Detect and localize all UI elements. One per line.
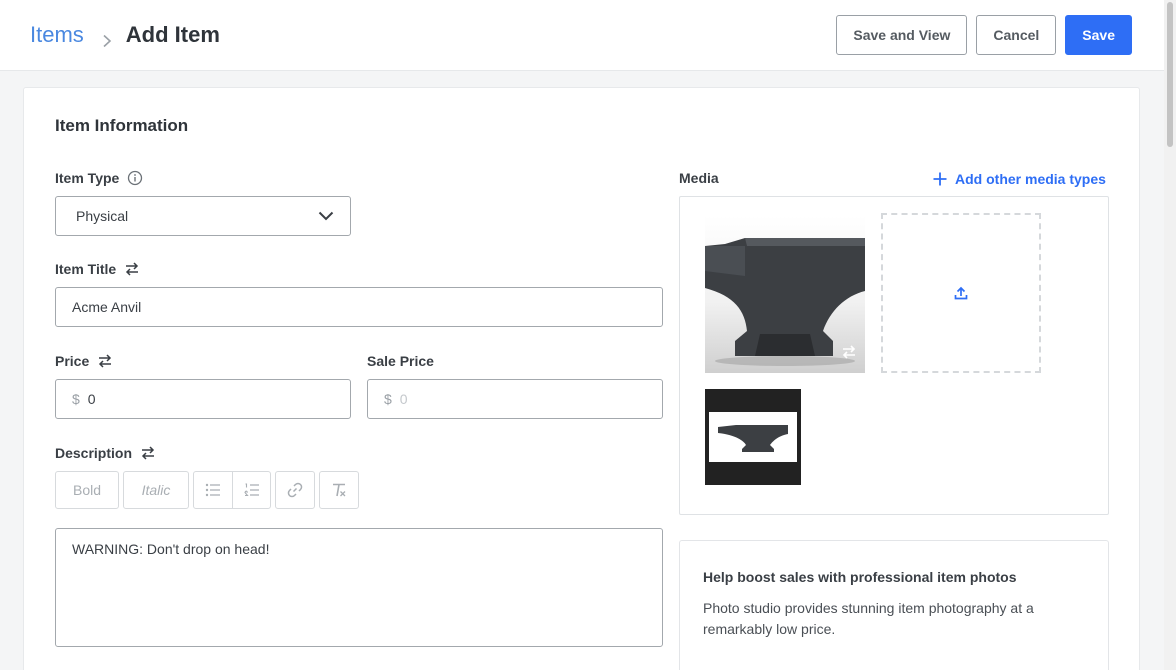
chevron-down-icon [318,208,334,224]
description-textarea[interactable]: WARNING: Don't drop on head! [55,528,663,647]
sale-price-label: Sale Price [367,353,434,369]
item-type-label: Item Type [55,170,120,186]
chevron-right-icon [100,28,114,48]
swap-icon[interactable] [841,344,857,365]
numbered-list-icon [243,483,259,497]
clear-format-button[interactable] [319,471,359,509]
description-label-row: Description [55,445,156,461]
price-label: Price [55,353,90,369]
link-icon [287,482,303,498]
scrollbar-thumb[interactable] [1167,2,1173,147]
thumbnail-image-frame [709,412,797,462]
item-title-label-row: Item Title [55,261,140,277]
item-title-input[interactable]: Acme Anvil [55,287,663,327]
anvil-thumbnail-image [718,425,788,452]
clear-format-icon [333,483,346,497]
save-button[interactable]: Save [1065,15,1132,55]
swap-icon[interactable] [97,353,113,369]
upload-icon [954,286,968,300]
cancel-button[interactable]: Cancel [976,15,1057,55]
item-type-label-row: Item Type [55,170,143,186]
currency-symbol: $ [384,391,392,407]
price-value: 0 [87,391,96,407]
currency-symbol: $ [72,391,80,407]
add-other-media-label: Add other media types [955,171,1106,187]
photo-studio-promo: Help boost sales with professional item … [679,540,1109,670]
item-title-label: Item Title [55,261,117,277]
breadcrumb-items-link[interactable]: Items [30,22,84,48]
description-label: Description [55,445,133,461]
media-gallery [679,196,1109,515]
section-title: Item Information [55,116,189,135]
item-information-card: Item Information Item Type Physical Item… [23,87,1140,670]
page-title: Add Item [125,22,220,47]
media-main-image[interactable] [705,216,865,373]
save-and-view-button[interactable]: Save and View [836,15,968,55]
sale-price-input[interactable]: $ 0 [367,379,663,419]
description-value: WARNING: Don't drop on head! [72,541,270,557]
breadcrumb: Items Add Item [30,22,220,48]
bullet-list-icon [205,483,220,497]
sale-price-placeholder: 0 [399,391,408,407]
plus-icon [933,172,947,186]
info-icon[interactable] [127,170,143,186]
item-type-select[interactable]: Physical [55,196,351,236]
swap-icon[interactable] [140,445,156,461]
add-other-media-button[interactable]: Add other media types [933,171,1106,187]
list-button-group [193,471,271,509]
item-type-value: Physical [76,208,129,224]
promo-title: Help boost sales with professional item … [703,569,1017,585]
header-actions: Save and View Cancel Save [836,15,1132,55]
price-label-row: Price [55,353,113,369]
item-title-value: Acme Anvil [72,299,142,315]
promo-text: Photo studio provides stunning item phot… [703,600,1034,637]
page-scrollbar[interactable] [1164,0,1176,670]
numbered-list-button[interactable] [232,472,270,508]
link-button[interactable] [275,471,315,509]
media-thumbnail[interactable] [705,389,801,485]
media-upload-dropzone[interactable] [881,213,1041,373]
bold-button[interactable]: Bold [55,471,119,509]
top-bar: Items Add Item Save and View Cancel Save [0,0,1164,71]
swap-icon[interactable] [124,261,140,277]
italic-button[interactable]: Italic [123,471,189,509]
price-input[interactable]: $ 0 [55,379,351,419]
sale-price-label-row: Sale Price [367,353,434,369]
media-label: Media [679,170,719,186]
bullet-list-button[interactable] [194,472,232,508]
